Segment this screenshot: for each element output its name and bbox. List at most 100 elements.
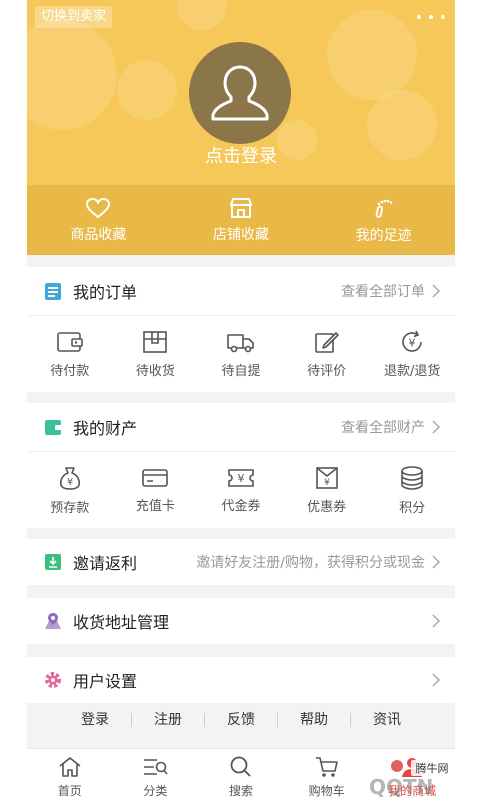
money-bag-icon: ¥ [59,466,80,490]
orders-grid: 待付款 待收货 待自提 待评价 ¥ 退款/退货 [27,316,455,392]
grid-label: 优惠券 [307,499,347,515]
switch-to-seller-button[interactable]: 切换到卖家 [35,6,113,28]
category-icon [144,759,168,775]
view-all-orders-link[interactable]: 查看全部订单 [341,281,425,301]
row-title: 邀请返利 [73,554,138,573]
coupon-icon: ¥ [315,466,338,489]
grid-label: 代金券 [221,498,261,514]
tab-label: 分类 [143,784,168,798]
shortcut-label: 我的足迹 [355,227,412,244]
grid-label: 充值卡 [135,498,175,514]
assets-section: 我的财产 查看全部财产 ¥ 预存款 充值卡 ¥ 代金券 ¥ 优惠券 积分 [27,403,455,528]
app-frame: 切换到卖家 点击登录 商品收藏 店铺收藏 我的足迹 我的订单 查看全部订单 待付… [27,0,455,800]
tab-home[interactable]: 首页 [27,749,113,800]
wallet-icon [56,331,83,352]
grid-label: 待收货 [135,363,175,379]
assets-grid: ¥ 预存款 充值卡 ¥ 代金券 ¥ 优惠券 积分 [27,452,455,528]
pending-receipt-button[interactable]: 待收货 [113,316,199,392]
grid-label: 预存款 [50,500,90,516]
gear-icon [45,672,61,688]
svg-text:QQTN: QQTN [369,775,433,799]
row-title: 收货地址管理 [73,613,170,632]
footer-news-link[interactable]: 资讯 [351,713,423,727]
address-management-row[interactable]: 收货地址管理 [27,598,455,644]
assets-header[interactable]: 我的财产 查看全部财产 [27,403,455,452]
svg-text:¥: ¥ [409,336,416,349]
profile-header: 切换到卖家 点击登录 商品收藏 店铺收藏 我的足迹 [27,0,455,255]
pending-payment-button[interactable]: 待付款 [27,316,113,392]
coins-icon [401,465,423,490]
svg-text:腾牛网: 腾牛网 [416,761,449,775]
my-footprints-button[interactable]: 我的足迹 [312,185,455,255]
grid-label: 待自提 [221,363,261,379]
voucher-icon: ¥ [228,468,254,487]
pending-pickup-button[interactable]: 待自提 [198,316,284,392]
tab-search[interactable]: 搜索 [198,749,284,800]
points-button[interactable]: 积分 [369,452,455,528]
user-avatar-icon [211,65,269,121]
dot [441,15,445,19]
chevron-right-icon [432,555,441,569]
section-title: 我的订单 [73,283,138,302]
chevron-right-icon [432,673,441,687]
site-watermark: 腾牛网 QQTN [367,758,455,800]
login-link[interactable]: 点击登录 [27,142,455,168]
user-settings-row[interactable]: 用户设置 [27,657,455,703]
svg-text:¥: ¥ [237,472,244,485]
grid-label: 待付款 [50,363,90,379]
svg-text:¥: ¥ [67,477,73,488]
heart-icon [86,197,111,218]
qqtn-logo-icon: 腾牛网 QQTN [369,760,453,799]
recharge-card-button[interactable]: 充值卡 [113,452,199,528]
svg-text:¥: ¥ [324,478,330,488]
download-green-icon [45,554,61,570]
row-title: 用户设置 [73,672,138,691]
orders-section: 我的订单 查看全部订单 待付款 待收货 待自提 待评价 ¥ 退款/退货 [27,267,455,392]
chevron-right-icon [432,614,441,628]
more-menu-button[interactable] [417,6,445,28]
tab-label: 购物车 [308,784,345,798]
cash-voucher-button[interactable]: ¥ 代金券 [198,452,284,528]
dot [429,15,433,19]
view-all-assets-link[interactable]: 查看全部财产 [341,417,425,437]
chevron-right-icon [432,420,441,434]
footer-help-link[interactable]: 帮助 [278,713,351,727]
edit-icon [314,331,339,353]
map-pin-icon [45,613,61,629]
invite-rebate-row[interactable]: 邀请返利 邀请好友注册/购物，获得积分或现金 [27,539,455,585]
shortcut-label: 店铺收藏 [213,226,269,243]
pending-review-button[interactable]: 待评价 [284,316,370,392]
footer-register-link[interactable]: 注册 [132,713,205,727]
grid-label: 退款/退货 [383,363,441,379]
deposit-button[interactable]: ¥ 预存款 [27,452,113,528]
tab-category[interactable]: 分类 [113,749,199,800]
shortcut-bar: 商品收藏 店铺收藏 我的足迹 [27,185,455,255]
dot [417,15,421,19]
footprint-icon [375,199,392,218]
orders-header[interactable]: 我的订单 查看全部订单 [27,267,455,316]
cart-icon [315,757,338,777]
card-icon [142,468,169,487]
clipboard-icon [45,283,61,300]
coupon-button[interactable]: ¥ 优惠券 [284,452,370,528]
grid-label: 积分 [399,500,426,516]
invite-description: 邀请好友注册/购物，获得积分或现金 [196,555,425,571]
chevron-right-icon [432,284,441,298]
tab-label: 搜索 [228,784,253,798]
wallet-green-icon [45,420,62,435]
favorite-stores-button[interactable]: 店铺收藏 [170,185,313,255]
package-icon [143,330,168,353]
store-icon [230,197,252,218]
avatar[interactable] [189,42,291,144]
tab-cart[interactable]: 购物车 [284,749,370,800]
grid-label: 待评价 [307,363,347,379]
footer-feedback-link[interactable]: 反馈 [205,713,278,727]
footer-login-link[interactable]: 登录 [59,713,132,727]
refund-return-button[interactable]: ¥ 退款/退货 [369,316,455,392]
footer-links: 登录 注册 反馈 帮助 资讯 [27,705,455,735]
search-icon [230,756,251,777]
shortcut-label: 商品收藏 [70,226,127,243]
favorite-products-button[interactable]: 商品收藏 [27,185,170,255]
tab-label: 首页 [57,784,82,798]
truck-icon [227,333,254,352]
